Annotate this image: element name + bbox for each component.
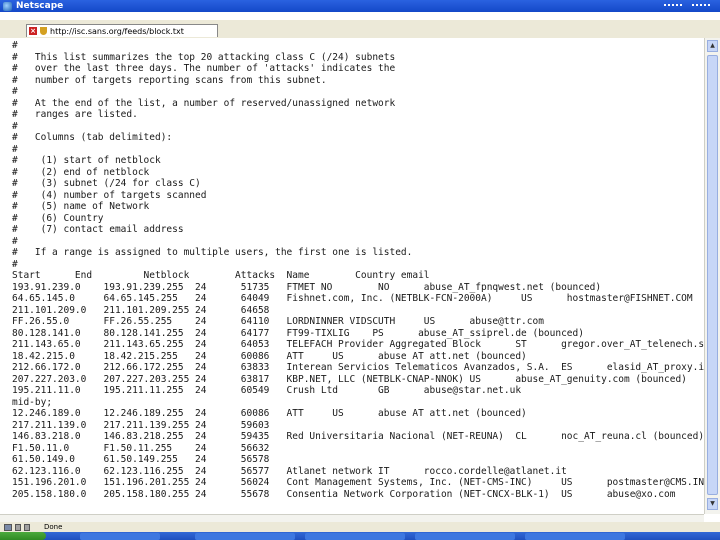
text-line: #	[12, 40, 18, 51]
text-line: # over the last three days. The number o…	[12, 63, 396, 74]
text-line: 151.196.201.0 151.196.201.255 24 56024 C…	[12, 477, 704, 488]
text-line: 62.123.116.0 62.123.116.255 24 56577 Atl…	[12, 465, 567, 477]
status-bar: Done	[0, 522, 720, 532]
text-line: FF.26.55.0 FF.26.55.255 24 64110 LORDNIN…	[12, 316, 544, 327]
scroll-up-arrow-icon[interactable]: ▲	[707, 40, 718, 52]
page-icon	[40, 27, 47, 35]
text-line: 64.65.145.0 64.65.145.255 24 64049 Fishn…	[12, 293, 693, 304]
window-controls-dots-2	[692, 4, 710, 6]
text-line: 212.66.172.0 212.66.172.255 24 63833 Int…	[12, 362, 704, 373]
windows-taskbar	[0, 532, 720, 540]
tab-bar: × http://isc.sans.org/feeds/block.txt	[0, 20, 720, 38]
text-line: # number of targets reporting scans from…	[12, 74, 327, 86]
text-line: 211.143.65.0 211.143.65.255 24 64053 TEL…	[12, 339, 704, 350]
text-line: # This list summarizes the top 20 attack…	[12, 51, 396, 63]
text-line: 18.42.215.0 18.42.215.255 24 60086 ATT U…	[12, 350, 527, 362]
title-bar[interactable]: Netscape	[0, 0, 720, 12]
text-line: #	[12, 120, 18, 132]
window-controls-dots	[664, 4, 682, 6]
text-line: # (7) contact email address	[12, 224, 184, 235]
text-line: 195.211.11.0 195.211.11.255 24 60549 Cru…	[12, 385, 522, 396]
text-line: # (3) subnet (/24 for class C)	[12, 178, 201, 189]
tab-block-txt[interactable]: × http://isc.sans.org/feeds/block.txt	[26, 24, 218, 37]
text-line: 146.83.218.0 146.83.218.255 24 59435 Red…	[12, 431, 704, 442]
text-line: # (6) Country	[12, 212, 104, 224]
taskbar-button[interactable]	[195, 533, 295, 540]
text-line: # (5) name of Network	[12, 201, 150, 212]
text-line: # (1) start of netblock	[12, 155, 161, 166]
taskbar-button[interactable]	[415, 533, 515, 540]
text-line: # Columns (tab delimited):	[12, 132, 173, 143]
text-line: Start End Netblock Attacks Name Country …	[12, 270, 430, 281]
text-line: # If a range is assigned to multiple use…	[12, 247, 413, 258]
start-button[interactable]	[0, 532, 46, 540]
close-tab-button[interactable]: ×	[29, 27, 37, 35]
text-line: # (4) number of targets scanned	[12, 189, 207, 201]
text-line: 205.158.180.0 205.158.180.255 24 55678 C…	[12, 488, 676, 500]
vertical-scrollbar[interactable]: ▲ ▼	[704, 38, 720, 514]
taskbar-button[interactable]	[305, 533, 405, 540]
text-line: #	[12, 235, 18, 247]
text-line: 211.101.209.0 211.101.209.255 24 64658	[12, 304, 270, 316]
text-line: #	[12, 143, 18, 155]
scrollbar-thumb[interactable]	[707, 55, 718, 495]
text-line: # ranges are listed.	[12, 109, 138, 120]
text-line: 12.246.189.0 12.246.189.255 24 60086 ATT…	[12, 408, 527, 419]
tab-url: http://isc.sans.org/feeds/block.txt	[50, 26, 184, 36]
text-line: F1.50.11.0 F1.50.11.255 24 56632	[12, 442, 270, 454]
plain-text-document: # # This list summarizes the top 20 atta…	[0, 38, 704, 500]
text-line: mid-by;	[12, 396, 53, 408]
window-title: Netscape	[16, 1, 64, 11]
text-line: # At the end of the list, a number of re…	[12, 97, 396, 109]
text-line: 217.211.139.0 217.211.139.255 24 59603	[12, 419, 270, 431]
taskbar-button[interactable]	[80, 533, 160, 540]
text-line: 207.227.203.0 207.227.203.255 24 63817 K…	[12, 373, 687, 385]
scroll-down-arrow-icon[interactable]: ▼	[707, 498, 718, 510]
text-line: 80.128.141.0 80.128.141.255 24 64177 FT9…	[12, 327, 584, 339]
netscape-icon	[3, 1, 12, 11]
text-line: 193.91.239.0 193.91.239.255 24 51735 FTM…	[12, 281, 602, 293]
security-icon[interactable]	[4, 523, 12, 531]
page-content[interactable]: # # This list summarizes the top 20 atta…	[0, 38, 704, 514]
text-line: 61.50.149.0 61.50.149.255 24 56578	[12, 454, 270, 465]
taskbar-button[interactable]	[525, 533, 625, 540]
text-line: #	[12, 258, 18, 270]
component-bar-icon[interactable]	[24, 523, 30, 531]
horizontal-scrollbar[interactable]	[0, 514, 704, 522]
text-line: #	[12, 86, 18, 97]
online-status-icon[interactable]	[15, 523, 21, 531]
text-line: # (2) end of netblock	[12, 166, 150, 178]
status-text: Done	[44, 523, 63, 531]
